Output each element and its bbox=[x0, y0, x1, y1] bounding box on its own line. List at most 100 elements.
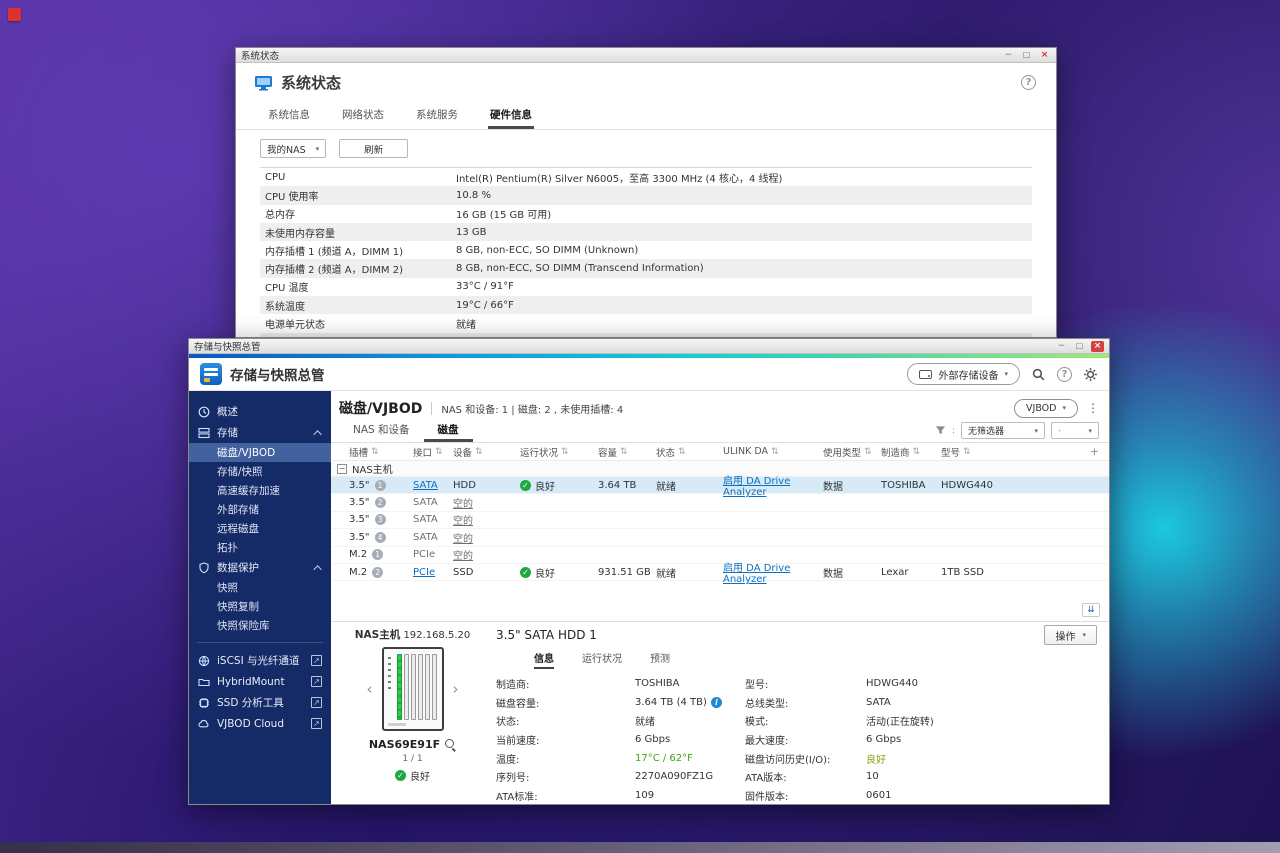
sort-icon[interactable]: ⇅ bbox=[678, 447, 686, 457]
sidebar-item-storage[interactable]: 存储 bbox=[189, 422, 331, 443]
storage-window-titlebar[interactable]: 存储与快照总管 − □ × bbox=[189, 339, 1109, 354]
tab-disks[interactable]: 磁盘 bbox=[424, 422, 473, 442]
search-tools-icon[interactable] bbox=[1031, 367, 1046, 382]
empty-slot-link[interactable]: 空的 bbox=[453, 530, 473, 545]
divider bbox=[431, 401, 433, 415]
nas-select[interactable]: 我的NAS ▾ bbox=[260, 139, 327, 158]
disk-row-2[interactable]: 3.5" 2 SATA 空的 bbox=[331, 494, 1109, 512]
sort-icon[interactable]: ⇅ bbox=[561, 447, 569, 457]
column-header-vendor[interactable]: 制造商 ⇅ bbox=[881, 445, 941, 459]
column-header-interface[interactable]: 接口 ⇅ bbox=[413, 445, 453, 459]
system-window-titlebar[interactable]: 系统状态 − □ × bbox=[236, 48, 1056, 63]
sort-icon[interactable]: ⇅ bbox=[475, 447, 483, 457]
close-icon[interactable]: × bbox=[1091, 340, 1104, 352]
column-header-usage-type[interactable]: 使用类型 ⇅ bbox=[823, 445, 881, 459]
sidebar-item-snapshot[interactable]: 快照 bbox=[189, 578, 331, 597]
carousel-next-icon[interactable]: › bbox=[453, 680, 459, 698]
sort-icon[interactable]: ⇅ bbox=[864, 447, 872, 457]
external-storage-device-button[interactable]: 外部存储设备 ▾ bbox=[907, 363, 1020, 385]
detail-field-row: ATA标准: 109 固件版本: 0601 bbox=[496, 786, 1097, 805]
sidebar-item-remote-disk[interactable]: 远程磁盘 bbox=[189, 519, 331, 538]
add-column-icon[interactable]: + bbox=[1090, 445, 1099, 458]
column-header-ulink-da[interactable]: ULINK DA ⇅ bbox=[723, 446, 823, 457]
settings-gear-icon[interactable] bbox=[1083, 367, 1098, 382]
tab-hardware-info[interactable]: 硬件信息 bbox=[488, 101, 534, 129]
info-icon[interactable]: i bbox=[710, 696, 722, 708]
refresh-button[interactable]: 刷新 bbox=[339, 139, 409, 158]
interface-link[interactable]: PCIe bbox=[413, 567, 435, 578]
zoom-icon[interactable] bbox=[445, 739, 456, 750]
sidebar-item-hybridmount[interactable]: HybridMount ↗ bbox=[189, 671, 331, 692]
sidebar-item-storage-snapshots[interactable]: 存储/快照 bbox=[189, 462, 331, 481]
minimize-icon[interactable]: − bbox=[1055, 341, 1068, 352]
sidebar-item-snapshot-vault[interactable]: 快照保险库 bbox=[189, 616, 331, 635]
sort-icon[interactable]: ⇅ bbox=[371, 447, 379, 457]
filter-funnel-icon[interactable] bbox=[935, 425, 946, 436]
sidebar-item-ssd-analysis-tool[interactable]: SSD 分析工具 ↗ bbox=[189, 692, 331, 713]
disk-row-4[interactable]: 3.5" 4 SATA 空的 bbox=[331, 529, 1109, 547]
action-button[interactable]: 操作 ▾ bbox=[1044, 625, 1097, 645]
sort-icon[interactable]: ⇅ bbox=[435, 447, 443, 457]
slot-label: 3.5" bbox=[349, 479, 370, 491]
column-header-capacity[interactable]: 容量 ⇅ bbox=[598, 445, 656, 459]
sidebar-item-label: 存储 bbox=[217, 427, 238, 439]
sidebar-item-snapshot-replica[interactable]: 快照复制 bbox=[189, 597, 331, 616]
sidebar-item-disks-vjbod[interactable]: 磁盘/VJBOD bbox=[189, 443, 331, 462]
sort-icon[interactable]: ⇅ bbox=[963, 447, 971, 457]
column-header-device[interactable]: 设备 ⇅ bbox=[453, 445, 520, 459]
tab-system-service[interactable]: 系统服务 bbox=[414, 101, 460, 129]
sort-icon[interactable]: ⇅ bbox=[771, 447, 779, 457]
ulink-da-link[interactable]: 启用 DA Drive Analyzer bbox=[723, 559, 823, 585]
tab-network-status[interactable]: 网络状态 bbox=[340, 101, 386, 129]
sidebar-item-external-storage[interactable]: 外部存储 bbox=[189, 500, 331, 519]
table-row: CPU 温度 33°C / 91°F bbox=[260, 278, 1032, 296]
sidebar-item-vjbod-cloud[interactable]: VJBOD Cloud ↗ bbox=[189, 713, 331, 734]
minimize-icon[interactable]: − bbox=[1002, 50, 1015, 61]
sidebar-item-overview[interactable]: 概述 bbox=[189, 401, 331, 422]
tab-health[interactable]: 运行状况 bbox=[582, 650, 622, 669]
interface-label: SATA bbox=[413, 531, 438, 543]
desktop-shortcut-icon[interactable] bbox=[8, 8, 21, 21]
column-header-slot[interactable]: 插槽 ⇅ bbox=[349, 445, 413, 459]
filter-secondary-select[interactable]: - ▾ bbox=[1051, 422, 1099, 439]
sidebar-item-topology[interactable]: 拓扑 bbox=[189, 538, 331, 557]
interface-link[interactable]: SATA bbox=[413, 480, 438, 491]
disk-row-5[interactable]: M.2 1 PCIe 空的 bbox=[331, 547, 1109, 564]
filter-select[interactable]: 无筛选器 ▾ bbox=[961, 422, 1045, 439]
disk-row-3[interactable]: 3.5" 3 SATA 空的 bbox=[331, 512, 1109, 530]
sort-icon[interactable]: ⇅ bbox=[913, 447, 921, 457]
column-header-health[interactable]: 运行状况 ⇅ bbox=[520, 445, 598, 459]
nas-host-group-row[interactable]: − NAS主机 bbox=[331, 461, 1109, 477]
row-label: 内存插槽 2 (频道 A，DIMM 2) bbox=[265, 265, 403, 277]
sort-icon[interactable]: ⇅ bbox=[620, 447, 628, 457]
disk-row-6[interactable]: M.2 2 PCIe SSD ✓ 良好 931.51 GB 就绪 启用 DA Dri… bbox=[331, 563, 1109, 585]
kebab-menu-icon[interactable]: ⋮ bbox=[1087, 401, 1099, 415]
collapse-group-icon[interactable]: − bbox=[337, 463, 347, 474]
close-icon[interactable]: × bbox=[1038, 50, 1051, 61]
column-header-status[interactable]: 状态 ⇅ bbox=[656, 445, 723, 459]
collapse-panel-icon[interactable]: ⇊ bbox=[1082, 603, 1100, 617]
empty-slot-link[interactable]: 空的 bbox=[453, 547, 473, 562]
tab-info[interactable]: 信息 bbox=[534, 650, 554, 669]
sidebar-item-data-protection[interactable]: 数据保护 bbox=[189, 557, 331, 578]
tab-system-info[interactable]: 系统信息 bbox=[266, 101, 312, 129]
help-icon[interactable]: ? bbox=[1021, 75, 1036, 90]
sidebar-item-iscsi-fc[interactable]: iSCSI 与光纤通道 ↗ bbox=[189, 650, 331, 671]
tab-nas-and-devices[interactable]: NAS 和设备 bbox=[339, 422, 424, 442]
funnel-colon: : bbox=[951, 425, 955, 436]
field-label: ATA标准: bbox=[496, 791, 538, 803]
empty-slot-link[interactable]: 空的 bbox=[453, 512, 473, 527]
sidebar-item-cache-acceleration[interactable]: 高速缓存加速 bbox=[189, 481, 331, 500]
empty-slot-link[interactable]: 空的 bbox=[453, 495, 473, 510]
disk-row-1[interactable]: 3.5" 1 SATA HDD ✓ 良好 3.64 TB 就绪 启用 DA Driv… bbox=[331, 476, 1109, 498]
health-ok-icon: ✓ bbox=[520, 479, 531, 491]
maximize-icon[interactable]: □ bbox=[1073, 341, 1086, 352]
device-type: HDD bbox=[453, 479, 476, 491]
help-icon[interactable]: ? bbox=[1057, 366, 1072, 382]
tab-prediction[interactable]: 预测 bbox=[650, 650, 670, 669]
maximize-icon[interactable]: □ bbox=[1020, 50, 1033, 61]
nas-front-image[interactable] bbox=[381, 647, 444, 731]
carousel-prev-icon[interactable]: ‹ bbox=[367, 680, 373, 698]
column-header-model[interactable]: 型号 ⇅ bbox=[941, 445, 1090, 459]
vjbod-button[interactable]: VJBOD ▾ bbox=[1014, 398, 1078, 418]
